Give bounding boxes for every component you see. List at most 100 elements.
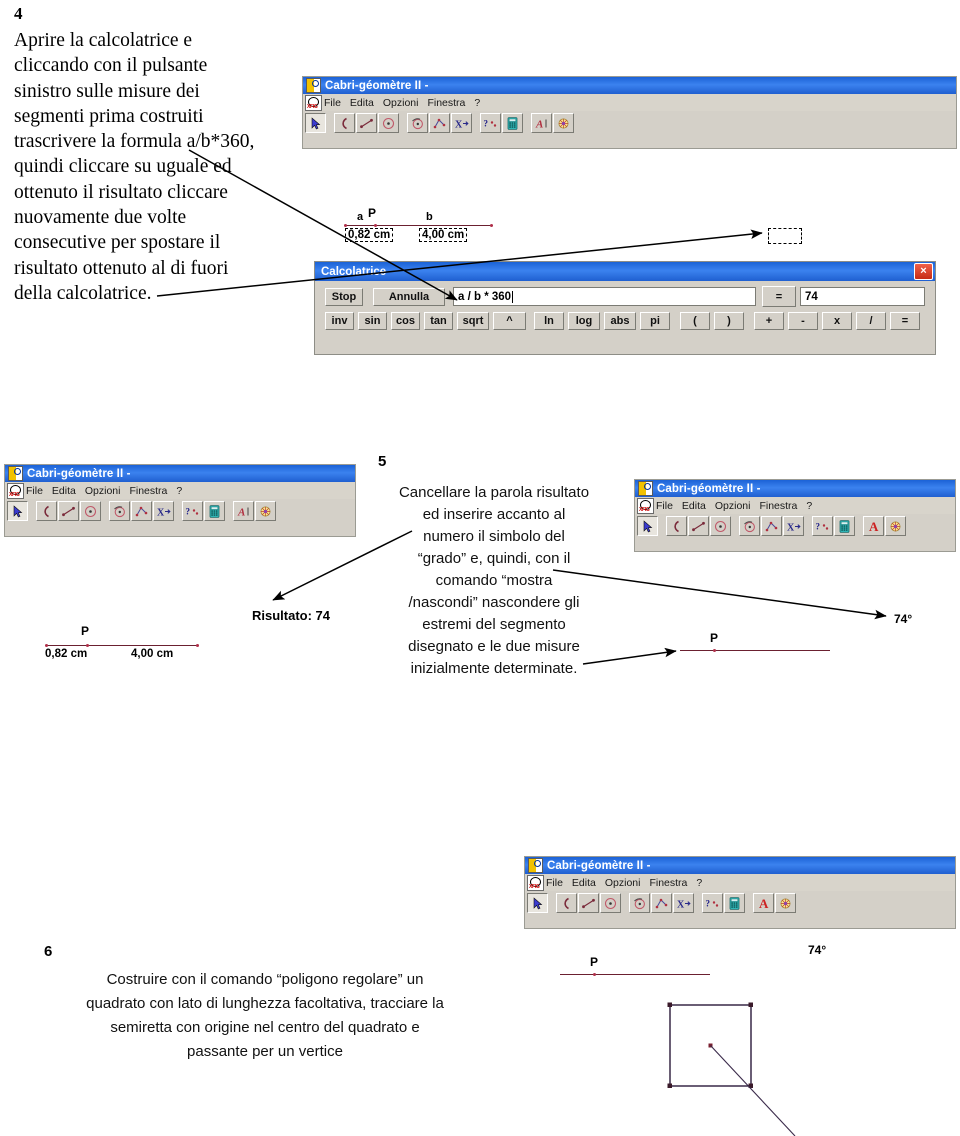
cabri-window-bottom[interactable]: Cabri-géomètre II - XFIG File Edita Opzi…: [524, 856, 956, 929]
menu-finestra[interactable]: Finestra: [129, 485, 167, 497]
check-property-tool-icon[interactable]: ?: [182, 501, 203, 521]
transform-tool-icon[interactable]: [761, 516, 782, 536]
cabri-titlebar[interactable]: Cabri-géomètre II -: [5, 465, 355, 482]
text-tool-icon[interactable]: A: [233, 501, 254, 521]
pointer-tool-icon[interactable]: [7, 501, 28, 521]
key-open-paren[interactable]: (: [680, 312, 710, 330]
menu-help[interactable]: ?: [176, 485, 182, 497]
cabri-menubar[interactable]: XFIG File Edita Opzioni Finestra ?: [635, 497, 955, 514]
transform-tool-icon[interactable]: [429, 113, 450, 133]
calculator-keypad[interactable]: inv sin cos tan sqrt ^ ln log abs pi ( )…: [315, 310, 935, 333]
pointer-tool-icon[interactable]: [527, 893, 548, 913]
cabri-window-mid-left[interactable]: Cabri-géomètre II - XFIG File Edita Opzi…: [4, 464, 356, 537]
measure-calculator-tool-icon[interactable]: [724, 893, 745, 913]
key-pi[interactable]: pi: [640, 312, 670, 330]
check-property-tool-icon[interactable]: ?: [480, 113, 501, 133]
menu-edita[interactable]: Edita: [350, 97, 374, 109]
menu-file[interactable]: File: [546, 877, 563, 889]
line-tool-icon[interactable]: [356, 113, 377, 133]
cabri-toolbar[interactable]: X ? A: [303, 111, 956, 135]
key-power[interactable]: ^: [493, 312, 526, 330]
cabri-toolbar[interactable]: X ? A: [525, 891, 955, 915]
menu-file[interactable]: File: [26, 485, 43, 497]
menu-finestra[interactable]: Finestra: [427, 97, 465, 109]
mid-left-measure-a[interactable]: 0,82 cm: [45, 648, 87, 660]
appearance-tool-icon[interactable]: [255, 501, 276, 521]
top-measure-a[interactable]: 0,82 cm: [345, 228, 394, 242]
cancel-button[interactable]: Annulla: [373, 287, 445, 306]
menu-file[interactable]: File: [324, 97, 341, 109]
key-divide[interactable]: /: [856, 312, 886, 330]
menu-finestra[interactable]: Finestra: [649, 877, 687, 889]
key-sqrt[interactable]: sqrt: [457, 312, 489, 330]
text-tool-icon[interactable]: A: [863, 516, 884, 536]
point-tool-icon[interactable]: [666, 516, 687, 536]
point-tool-icon[interactable]: [334, 113, 355, 133]
menu-edita[interactable]: Edita: [572, 877, 596, 889]
macro-tool-icon[interactable]: X: [673, 893, 694, 913]
menu-opzioni[interactable]: Opzioni: [383, 97, 419, 109]
key-cos[interactable]: cos: [391, 312, 420, 330]
menu-help[interactable]: ?: [696, 877, 702, 889]
cabri-titlebar[interactable]: Cabri-géomètre II -: [635, 480, 955, 497]
appearance-tool-icon[interactable]: [775, 893, 796, 913]
circle-tool-icon[interactable]: [80, 501, 101, 521]
cabri-menubar[interactable]: XFIG File Edita Opzioni Finestra ?: [525, 874, 955, 891]
circle-tool-icon[interactable]: [378, 113, 399, 133]
check-property-tool-icon[interactable]: ?: [702, 893, 723, 913]
menu-opzioni[interactable]: Opzioni: [85, 485, 121, 497]
construct-tool-icon[interactable]: [739, 516, 760, 536]
cabri-toolbar[interactable]: X ? A: [635, 514, 955, 538]
point-tool-icon[interactable]: [556, 893, 577, 913]
measure-calculator-tool-icon[interactable]: [502, 113, 523, 133]
menu-edita[interactable]: Edita: [52, 485, 76, 497]
key-multiply[interactable]: x: [822, 312, 852, 330]
equals-button[interactable]: =: [762, 286, 796, 307]
cabri-menubar[interactable]: XFIG File Edita Opzioni Finestra ?: [303, 94, 956, 111]
check-property-tool-icon[interactable]: ?: [812, 516, 833, 536]
key-log[interactable]: log: [568, 312, 600, 330]
calculator-entry-row[interactable]: Stop Annulla a / b * 360 = 74: [315, 281, 935, 310]
cabri-menubar[interactable]: XFIG File Edita Opzioni Finestra ?: [5, 482, 355, 499]
point-tool-icon[interactable]: [36, 501, 57, 521]
line-tool-icon[interactable]: [58, 501, 79, 521]
key-tan[interactable]: tan: [424, 312, 453, 330]
circle-tool-icon[interactable]: [710, 516, 731, 536]
text-tool-icon[interactable]: A: [531, 113, 552, 133]
key-equals[interactable]: =: [890, 312, 920, 330]
key-close-paren[interactable]: ): [714, 312, 744, 330]
key-plus[interactable]: +: [754, 312, 784, 330]
appearance-tool-icon[interactable]: [885, 516, 906, 536]
close-icon[interactable]: ×: [914, 263, 933, 280]
calculator-titlebar[interactable]: Calcolatrice ×: [315, 262, 935, 281]
key-sin[interactable]: sin: [358, 312, 387, 330]
top-measure-b[interactable]: 4,00 cm: [419, 228, 468, 242]
result-placeholder-box[interactable]: [768, 228, 802, 244]
menu-opzioni[interactable]: Opzioni: [605, 877, 641, 889]
macro-tool-icon[interactable]: X: [451, 113, 472, 133]
menu-edita[interactable]: Edita: [682, 500, 706, 512]
key-inv[interactable]: inv: [325, 312, 354, 330]
menu-help[interactable]: ?: [806, 500, 812, 512]
transform-tool-icon[interactable]: [131, 501, 152, 521]
expression-input[interactable]: a / b * 360: [453, 287, 756, 306]
pointer-tool-icon[interactable]: [305, 113, 326, 133]
key-ln[interactable]: ln: [534, 312, 564, 330]
cabri-window-mid-right[interactable]: Cabri-géomètre II - XFIG File Edita Opzi…: [634, 479, 956, 552]
macro-tool-icon[interactable]: X: [153, 501, 174, 521]
stop-button[interactable]: Stop: [325, 287, 363, 306]
key-minus[interactable]: -: [788, 312, 818, 330]
macro-tool-icon[interactable]: X: [783, 516, 804, 536]
calculator-dialog[interactable]: Calcolatrice × Stop Annulla a / b * 360 …: [314, 261, 936, 355]
cabri-window-top[interactable]: Cabri-géomètre II - XFIG File Edita Opzi…: [302, 76, 957, 149]
cabri-titlebar[interactable]: Cabri-géomètre II -: [303, 77, 956, 94]
mid-left-measure-b[interactable]: 4,00 cm: [131, 648, 173, 660]
transform-tool-icon[interactable]: [651, 893, 672, 913]
menu-opzioni[interactable]: Opzioni: [715, 500, 751, 512]
line-tool-icon[interactable]: [688, 516, 709, 536]
menu-finestra[interactable]: Finestra: [759, 500, 797, 512]
construct-tool-icon[interactable]: [109, 501, 130, 521]
measure-calculator-tool-icon[interactable]: [204, 501, 225, 521]
cabri-toolbar[interactable]: X ? A: [5, 499, 355, 523]
menu-help[interactable]: ?: [474, 97, 480, 109]
